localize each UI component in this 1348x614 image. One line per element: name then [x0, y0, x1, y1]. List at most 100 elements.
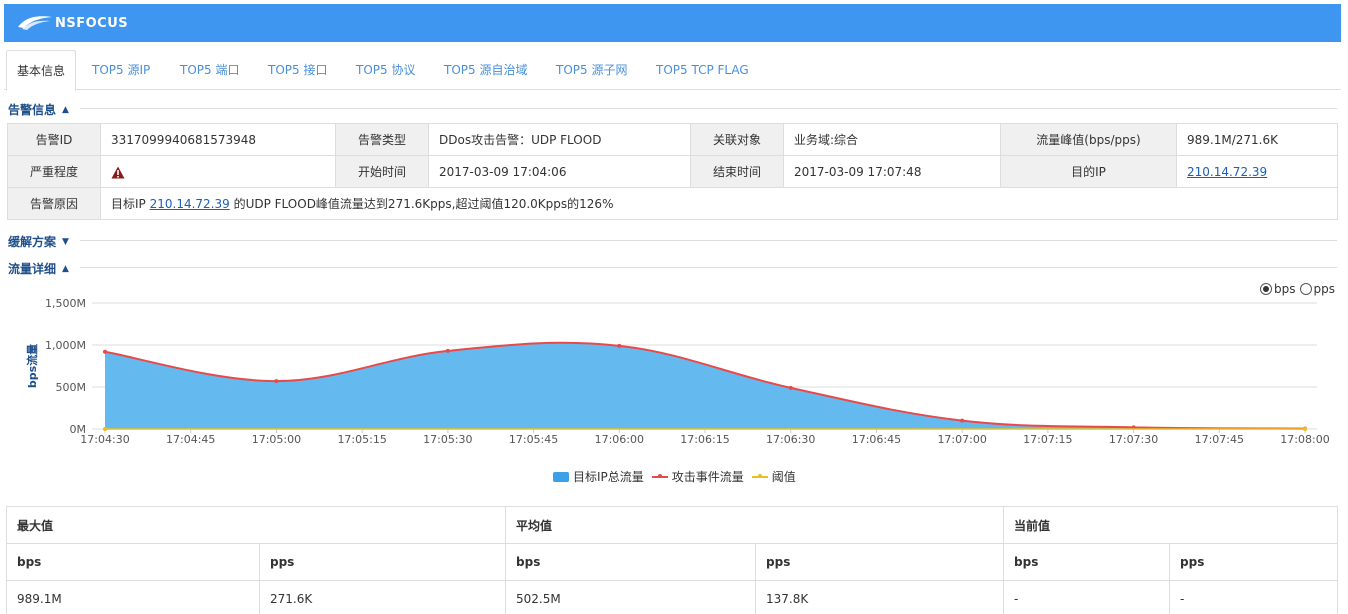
alarm-type-value: DDos攻击告警：UDP FLOOD — [428, 123, 691, 156]
severity-label: 严重程度 — [7, 155, 101, 188]
x-tick-label: 17:07:00 — [937, 433, 986, 446]
x-tick-label: 17:04:30 — [80, 433, 129, 446]
logo-text: NSFOCUS — [55, 15, 129, 31]
alarm-id-value: 3317099940681573948 — [100, 123, 336, 156]
traffic-chart: 0M500M1,000M1,500Mbps流量17:04:30 17:04:45 1… — [25, 297, 1330, 446]
legend-label: 目标IP总流量 — [573, 470, 644, 484]
section-mitigation-title: 缓解方案 — [8, 235, 57, 249]
legend-item-total[interactable]: 目标IP总流量 — [553, 468, 644, 485]
avg-pps-header: pps — [755, 543, 1005, 581]
peak-traffic-value: 989.1M/271.6K — [1176, 123, 1338, 156]
target-ip-link[interactable]: 210.14.72.39 — [1187, 165, 1267, 179]
legend-item-threshold[interactable]: 阈值 — [751, 468, 796, 485]
x-tick-label: 17:04:45 — [166, 433, 215, 446]
target-ip-label: 目的IP — [1000, 155, 1177, 188]
chart-legend: 目标IP总流量 攻击事件流量 阈值 — [553, 468, 804, 485]
warning-triangle-icon — [111, 166, 125, 178]
tab-basic-info[interactable]: 基本信息 — [6, 50, 77, 91]
avg-pps-value: 137.8K — [755, 580, 1005, 614]
x-tick-label: 17:08:00 — [1280, 433, 1329, 446]
start-time-label: 开始时间 — [335, 155, 429, 188]
y-tick-label: 1,000M — [45, 339, 86, 352]
chevron-down-icon: ▼ — [62, 236, 69, 247]
section-divider — [80, 267, 1337, 268]
x-tick-label: 17:06:00 — [595, 433, 644, 446]
x-tick-label: 17:06:45 — [852, 433, 901, 446]
max-header: 最大值 — [5, 506, 507, 544]
y-tick-label: 500M — [56, 381, 87, 394]
chevron-up-icon: ▲ — [62, 104, 69, 115]
section-mitigation-toggle[interactable]: 缓解方案 ▼ — [8, 233, 69, 250]
traffic-stats-table: 最大值 平均值 当前值 bps pps bps pps bps pps 989.… — [5, 506, 1339, 614]
legend-line — [651, 473, 668, 478]
attack-data-point — [788, 385, 793, 390]
related-object-label: 关联对象 — [690, 123, 784, 156]
tab-top5-tcp-flag[interactable]: TOP5 TCP FLAG — [656, 50, 749, 90]
threshold-data-point — [1303, 427, 1307, 431]
tab-top5-source-subnet[interactable]: TOP5 源子网 — [556, 50, 627, 90]
x-tick-label: 17:06:30 — [766, 433, 815, 446]
table-row: 严重程度 开始时间 2017-03-09 17:04:06 结束时间 2017-… — [7, 155, 1338, 188]
x-tick-label: 17:05:45 — [509, 433, 558, 446]
section-traffic-toggle[interactable]: 流量详细 ▲ — [8, 260, 69, 277]
current-header: 当前值 — [1003, 506, 1339, 544]
max-pps-header: pps — [258, 543, 507, 581]
logo-wing-icon — [18, 16, 52, 30]
severity-value — [100, 155, 336, 188]
x-tick-label: 17:07:30 — [1109, 433, 1158, 446]
x-tick-label: 17:06:15 — [680, 433, 729, 446]
alarm-type-label: 告警类型 — [335, 123, 429, 156]
threshold-data-point — [103, 427, 107, 431]
x-tick-label: 17:05:00 — [252, 433, 301, 446]
y-tick-label: 1,500M — [45, 297, 86, 310]
x-tick-label: 17:07:45 — [1195, 433, 1244, 446]
max-bps-header: bps — [6, 543, 260, 581]
table-row: bps pps bps pps bps pps — [6, 543, 1339, 581]
legend-line — [751, 473, 768, 478]
tab-bar: 基本信息 TOP5 源IP TOP5 端口 TOP5 接口 TOP5 协议 TO… — [4, 50, 1341, 91]
legend-label: 阈值 — [771, 470, 796, 484]
series-area-total-traffic — [105, 342, 1305, 429]
chevron-up-icon: ▲ — [62, 263, 69, 274]
table-row: 告警原因 目标IP 210.14.72.39 的UDP FLOOD峰值流量达到2… — [7, 187, 1338, 220]
section-divider — [80, 108, 1337, 109]
tab-top5-source-as[interactable]: TOP5 源自治域 — [444, 50, 527, 90]
x-tick-label: 17:05:15 — [337, 433, 386, 446]
y-axis-label: bps流量 — [25, 344, 39, 388]
alarm-reason-value: 目标IP 210.14.72.39 的UDP FLOOD峰值流量达到271.6K… — [100, 187, 1338, 220]
related-object-value: 业务域:综合 — [783, 123, 1001, 156]
cur-bps-value: - — [1003, 580, 1171, 614]
tab-top5-source-ip[interactable]: TOP5 源IP — [92, 50, 150, 90]
reason-ip-link[interactable]: 210.14.72.39 — [150, 197, 230, 211]
alarm-reason-label: 告警原因 — [7, 187, 101, 220]
table-row: 989.1M 271.6K 502.5M 137.8K - - — [6, 580, 1339, 614]
alarm-info-table: 告警ID 3317099940681573948 告警类型 DDos攻击告警：U… — [7, 123, 1338, 220]
legend-item-attack[interactable]: 攻击事件流量 — [651, 468, 744, 485]
attack-data-point — [103, 349, 107, 354]
avg-header: 平均值 — [505, 506, 1005, 544]
cur-bps-header: bps — [1003, 543, 1171, 581]
section-alarm-info-title: 告警信息 — [8, 103, 57, 117]
nsfocus-logo: NSFOCUS — [18, 15, 128, 31]
end-time-value: 2017-03-09 17:07:48 — [783, 155, 1001, 188]
legend-swatch — [553, 471, 569, 482]
cur-pps-header: pps — [1169, 543, 1339, 581]
target-ip-cell: 210.14.72.39 — [1176, 155, 1338, 188]
tab-top5-protocol[interactable]: TOP5 协议 — [356, 50, 415, 90]
tab-top5-port[interactable]: TOP5 端口 — [180, 50, 239, 90]
table-row: 最大值 平均值 当前值 — [5, 506, 1339, 544]
tab-top5-interface[interactable]: TOP5 接口 — [268, 50, 327, 90]
legend-label: 攻击事件流量 — [671, 470, 744, 484]
attack-data-point — [617, 343, 622, 348]
section-alarm-info-toggle[interactable]: 告警信息 ▲ — [8, 101, 69, 118]
top-header-bar: NSFOCUS — [4, 4, 1341, 42]
max-pps-value: 271.6K — [258, 580, 507, 614]
section-divider — [80, 240, 1337, 241]
peak-traffic-label: 流量峰值(bps/pps) — [1000, 123, 1177, 156]
cur-pps-value: - — [1169, 580, 1339, 614]
attack-data-point — [960, 418, 965, 423]
avg-bps-header: bps — [505, 543, 757, 581]
section-traffic-title: 流量详细 — [8, 262, 57, 276]
start-time-value: 2017-03-09 17:04:06 — [428, 155, 691, 188]
reason-prefix: 目标IP — [111, 197, 150, 211]
